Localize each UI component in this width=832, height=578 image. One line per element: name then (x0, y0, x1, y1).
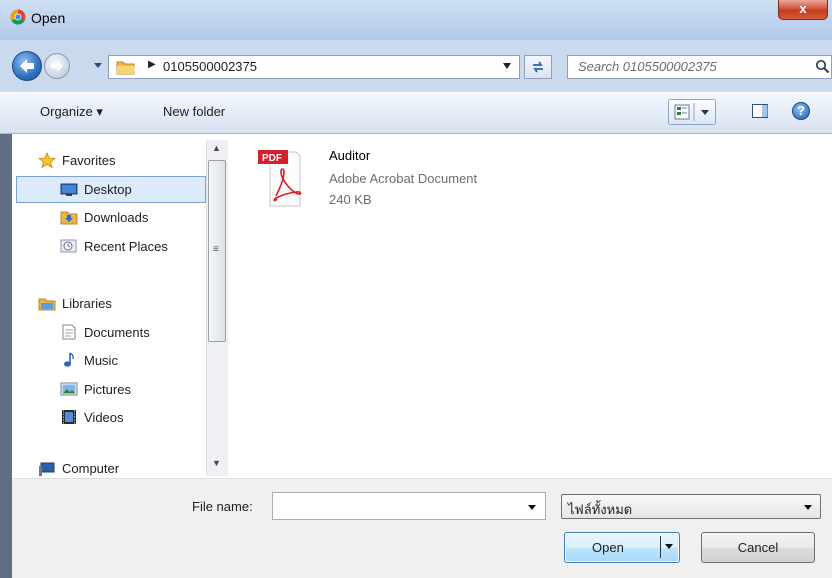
desktop-icon (60, 183, 78, 196)
nav-libraries-label: Libraries (62, 295, 112, 311)
back-button[interactable] (12, 51, 42, 81)
libraries-icon (38, 298, 56, 311)
nav-item-label: Documents (84, 324, 150, 340)
file-name-label: File name: (192, 499, 253, 514)
music-icon (64, 352, 74, 367)
file-name-input[interactable] (272, 492, 546, 520)
nav-item-documents[interactable]: Documents (60, 319, 150, 345)
scroll-grip-icon: ≡ (213, 244, 219, 255)
nav-item-label: Videos (84, 409, 124, 425)
open-options-dropdown-icon[interactable] (664, 543, 674, 550)
nav-item-videos[interactable]: Videos (60, 404, 124, 430)
help-icon[interactable]: ? (792, 102, 810, 120)
pdf-badge: PDF (262, 153, 282, 164)
scroll-up-arrow-icon[interactable]: ▲ (212, 143, 221, 153)
scroll-down-arrow-icon[interactable]: ▼ (212, 458, 221, 468)
nav-item-label: Desktop (84, 181, 132, 197)
nav-item-desktop[interactable]: Desktop (60, 176, 132, 202)
forward-arrow-icon (51, 60, 63, 72)
file-name[interactable]: Auditor (329, 148, 370, 163)
file-name-dropdown-icon[interactable] (527, 504, 537, 511)
refresh-button[interactable] (524, 55, 552, 79)
nav-item-pictures[interactable]: Pictures (60, 376, 131, 402)
nav-computer[interactable]: Computer (38, 461, 119, 478)
details-view-icon (674, 103, 709, 121)
nav-libraries[interactable]: Libraries (38, 290, 112, 316)
search-placeholder: Search 0105500002375 (578, 59, 717, 74)
address-dropdown-icon[interactable] (502, 62, 512, 70)
open-button-split-divider (660, 536, 661, 558)
nav-item-downloads[interactable]: Downloads (60, 204, 148, 230)
nav-item-label: Music (84, 352, 118, 368)
title-bar (0, 0, 832, 40)
nav-item-music[interactable]: Music (60, 347, 118, 373)
breadcrumb-separator-icon[interactable]: ▶ (148, 59, 156, 70)
back-arrow-icon (20, 59, 34, 73)
open-button-label: Open (592, 540, 624, 555)
chrome-icon (10, 9, 26, 25)
downloads-folder-icon (60, 211, 78, 225)
videos-icon (62, 410, 76, 424)
nav-item-label: Downloads (84, 209, 149, 225)
documents-icon (62, 324, 76, 340)
breadcrumb-path[interactable]: 0105500002375 (163, 59, 257, 74)
filter-dropdown-icon[interactable] (803, 504, 813, 511)
file-type-filter-value: ไฟล์ทั้งหมด (568, 502, 633, 517)
nav-item-label: Recent Places (84, 238, 168, 254)
nav-item-label: Pictures (84, 381, 131, 397)
pdf-icon[interactable]: PDF (258, 148, 302, 210)
file-list-pane (232, 134, 832, 478)
preview-pane-icon[interactable] (752, 104, 768, 118)
nav-item-recent-places[interactable]: Recent Places (60, 233, 168, 259)
file-type: Adobe Acrobat Document (329, 171, 478, 186)
forward-button[interactable] (44, 53, 70, 79)
computer-icon (39, 462, 55, 476)
folder-icon (116, 61, 135, 75)
recent-pages-dropdown-icon[interactable] (93, 60, 103, 70)
nav-favorites[interactable]: Favorites (38, 147, 115, 173)
window-edge (0, 478, 12, 578)
window-title: Open (31, 10, 66, 26)
change-view-button[interactable] (668, 99, 716, 125)
nav-favorites-label: Favorites (62, 152, 116, 168)
new-folder-button[interactable]: New folder (163, 104, 225, 119)
refresh-arrows-icon (533, 61, 543, 73)
search-icon[interactable] (815, 59, 830, 74)
cancel-button[interactable]: Cancel (701, 532, 815, 563)
file-size: 240 KB (329, 192, 372, 207)
close-button[interactable]: x (778, 0, 828, 20)
pictures-icon (60, 382, 78, 396)
organize-button[interactable]: Organize ▾ (40, 104, 103, 120)
recent-places-icon (60, 239, 77, 253)
nav-computer-label: Computer (62, 461, 120, 476)
favorites-star-icon (38, 152, 56, 168)
